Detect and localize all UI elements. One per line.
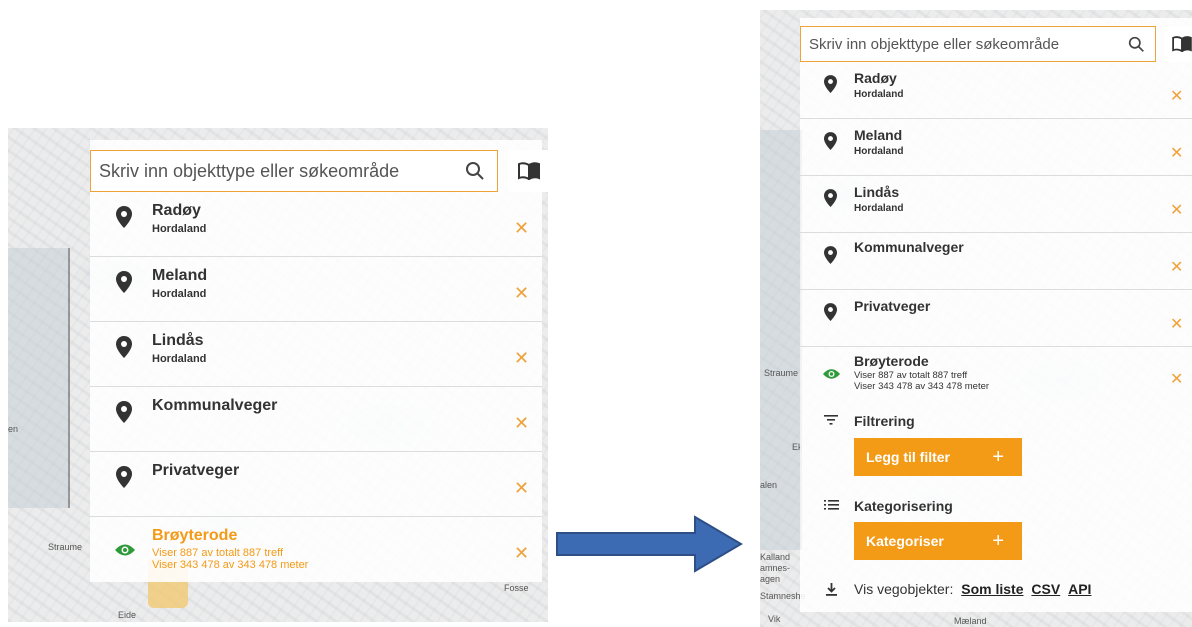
item-subtitle: Hordaland [152,353,207,365]
list-item[interactable]: Lindås Hordaland ✕ [800,176,1192,233]
item-count: Viser 887 av totalt 887 treff [854,370,968,381]
as-list-link[interactable]: Som liste [961,581,1023,597]
location-pin-icon [116,206,132,228]
remove-button[interactable]: ✕ [514,218,529,239]
footer-label: Vis vegobjekter: [854,581,954,597]
map-label: Stamneshe [760,591,806,601]
list-item[interactable]: Lindås Hordaland ✕ [90,322,542,387]
map-label: en [8,424,19,434]
list-item-broyterode[interactable]: Brøyterode Viser 887 av totalt 887 treff… [90,517,542,581]
book-icon [518,162,540,180]
item-title: Brøyterode [854,353,929,369]
search-box-right[interactable] [800,26,1156,62]
map-label: alen [760,480,778,490]
list-item[interactable]: Kommunalveger ✕ [800,233,1192,290]
item-subtitle: Hordaland [152,223,207,235]
remove-button[interactable]: ✕ [1170,257,1183,277]
location-pin-icon [824,189,837,207]
location-pin-icon [824,246,837,264]
map-label: Eide [118,610,137,620]
list-item[interactable]: Meland Hordaland ✕ [800,119,1192,176]
map-label: Mæland [954,616,987,626]
item-title: Privatveger [854,298,931,314]
search-input[interactable] [809,35,1128,53]
categorize-label: Kategoriser [866,533,944,549]
remove-button[interactable]: ✕ [514,348,529,369]
remove-button[interactable]: ✕ [514,478,529,499]
item-title: Kommunalveger [152,397,278,414]
location-pin-icon [116,401,132,423]
search-icon[interactable] [1128,36,1145,53]
plus-icon: + [992,445,1004,468]
list-item[interactable]: Radøy Hordaland ✕ [90,192,542,257]
map-label: Fosse [504,583,529,593]
list-item[interactable]: Kommunalveger ✕ [90,387,542,452]
api-link[interactable]: API [1068,581,1091,597]
location-pin-icon [116,336,132,358]
book-button-left[interactable] [508,150,550,192]
list-icon [824,500,839,510]
item-title: Meland [152,267,208,284]
item-subtitle: Hordaland [854,203,904,214]
map-label: Vik [768,614,781,624]
item-title: Lindås [854,184,900,200]
search-input[interactable] [99,160,465,182]
item-subtitle: Hordaland [854,89,904,100]
book-button-right[interactable] [1164,26,1192,62]
filter-icon [824,415,838,425]
add-filter-label: Legg til filter [866,449,950,465]
item-title: Radøy [854,70,897,86]
location-pin-icon [116,271,132,293]
location-pin-icon [116,466,132,488]
list-item[interactable]: Privatveger ✕ [800,290,1192,347]
item-subtitle: Hordaland [854,146,904,157]
map-label: amnes- [760,563,791,573]
remove-button[interactable]: ✕ [1170,200,1183,220]
csv-link[interactable]: CSV [1031,581,1060,597]
download-icon [826,583,837,596]
remove-button[interactable]: ✕ [1170,143,1183,163]
remove-button[interactable]: ✕ [1170,314,1183,334]
remove-button[interactable]: ✕ [514,413,529,434]
categorize-button[interactable]: Kategoriser + [854,522,1022,560]
list-item[interactable]: Radøy Hordaland ✕ [800,62,1192,119]
list-item[interactable]: Privatveger ✕ [90,452,542,517]
plus-icon: + [992,529,1004,552]
item-title: Brøyterode [152,527,238,544]
footer: Vis vegobjekter: Som liste CSV API [854,581,1091,597]
remove-button[interactable]: ✕ [514,543,529,564]
eye-icon[interactable] [114,543,136,557]
result-list-right: Radøy Hordaland ✕ Meland Hordaland ✕ Lin… [800,62,1192,412]
item-subtitle: Hordaland [152,288,207,300]
location-pin-icon [824,132,837,150]
item-length: Viser 343 478 av 343 478 meter [152,559,309,571]
item-length: Viser 343 478 av 343 478 meter [854,381,990,392]
location-pin-icon [824,303,837,321]
remove-button[interactable]: ✕ [514,283,529,304]
item-title: Lindås [152,332,204,349]
item-title: Privatveger [152,462,240,479]
remove-button[interactable]: ✕ [1170,369,1183,389]
item-title: Radøy [152,202,201,219]
search-box-left[interactable] [90,150,498,192]
map-label: agen [760,574,781,584]
map-label: Straume [764,368,799,378]
right-arrow [556,515,743,573]
item-title: Kommunalveger [854,239,964,255]
remove-button[interactable]: ✕ [1170,86,1183,106]
eye-icon[interactable] [822,368,841,380]
item-count: Viser 887 av totalt 887 treff [152,547,284,559]
map-label: Kalland [760,552,791,562]
item-title: Meland [854,127,903,143]
category-heading: Kategorisering [854,498,953,514]
list-item-broyterode[interactable]: Brøyterode Viser 887 av totalt 887 treff… [800,347,1192,403]
location-pin-icon [824,75,837,93]
list-item[interactable]: Meland Hordaland ✕ [90,257,542,322]
result-list-left: Radøy Hordaland ✕ Meland Hordaland ✕ Lin… [90,192,542,582]
book-icon [1172,36,1192,52]
map-label: Straume [48,542,83,552]
filter-heading: Filtrering [854,413,915,429]
add-filter-button[interactable]: Legg til filter + [854,438,1022,476]
search-icon[interactable] [465,161,485,181]
